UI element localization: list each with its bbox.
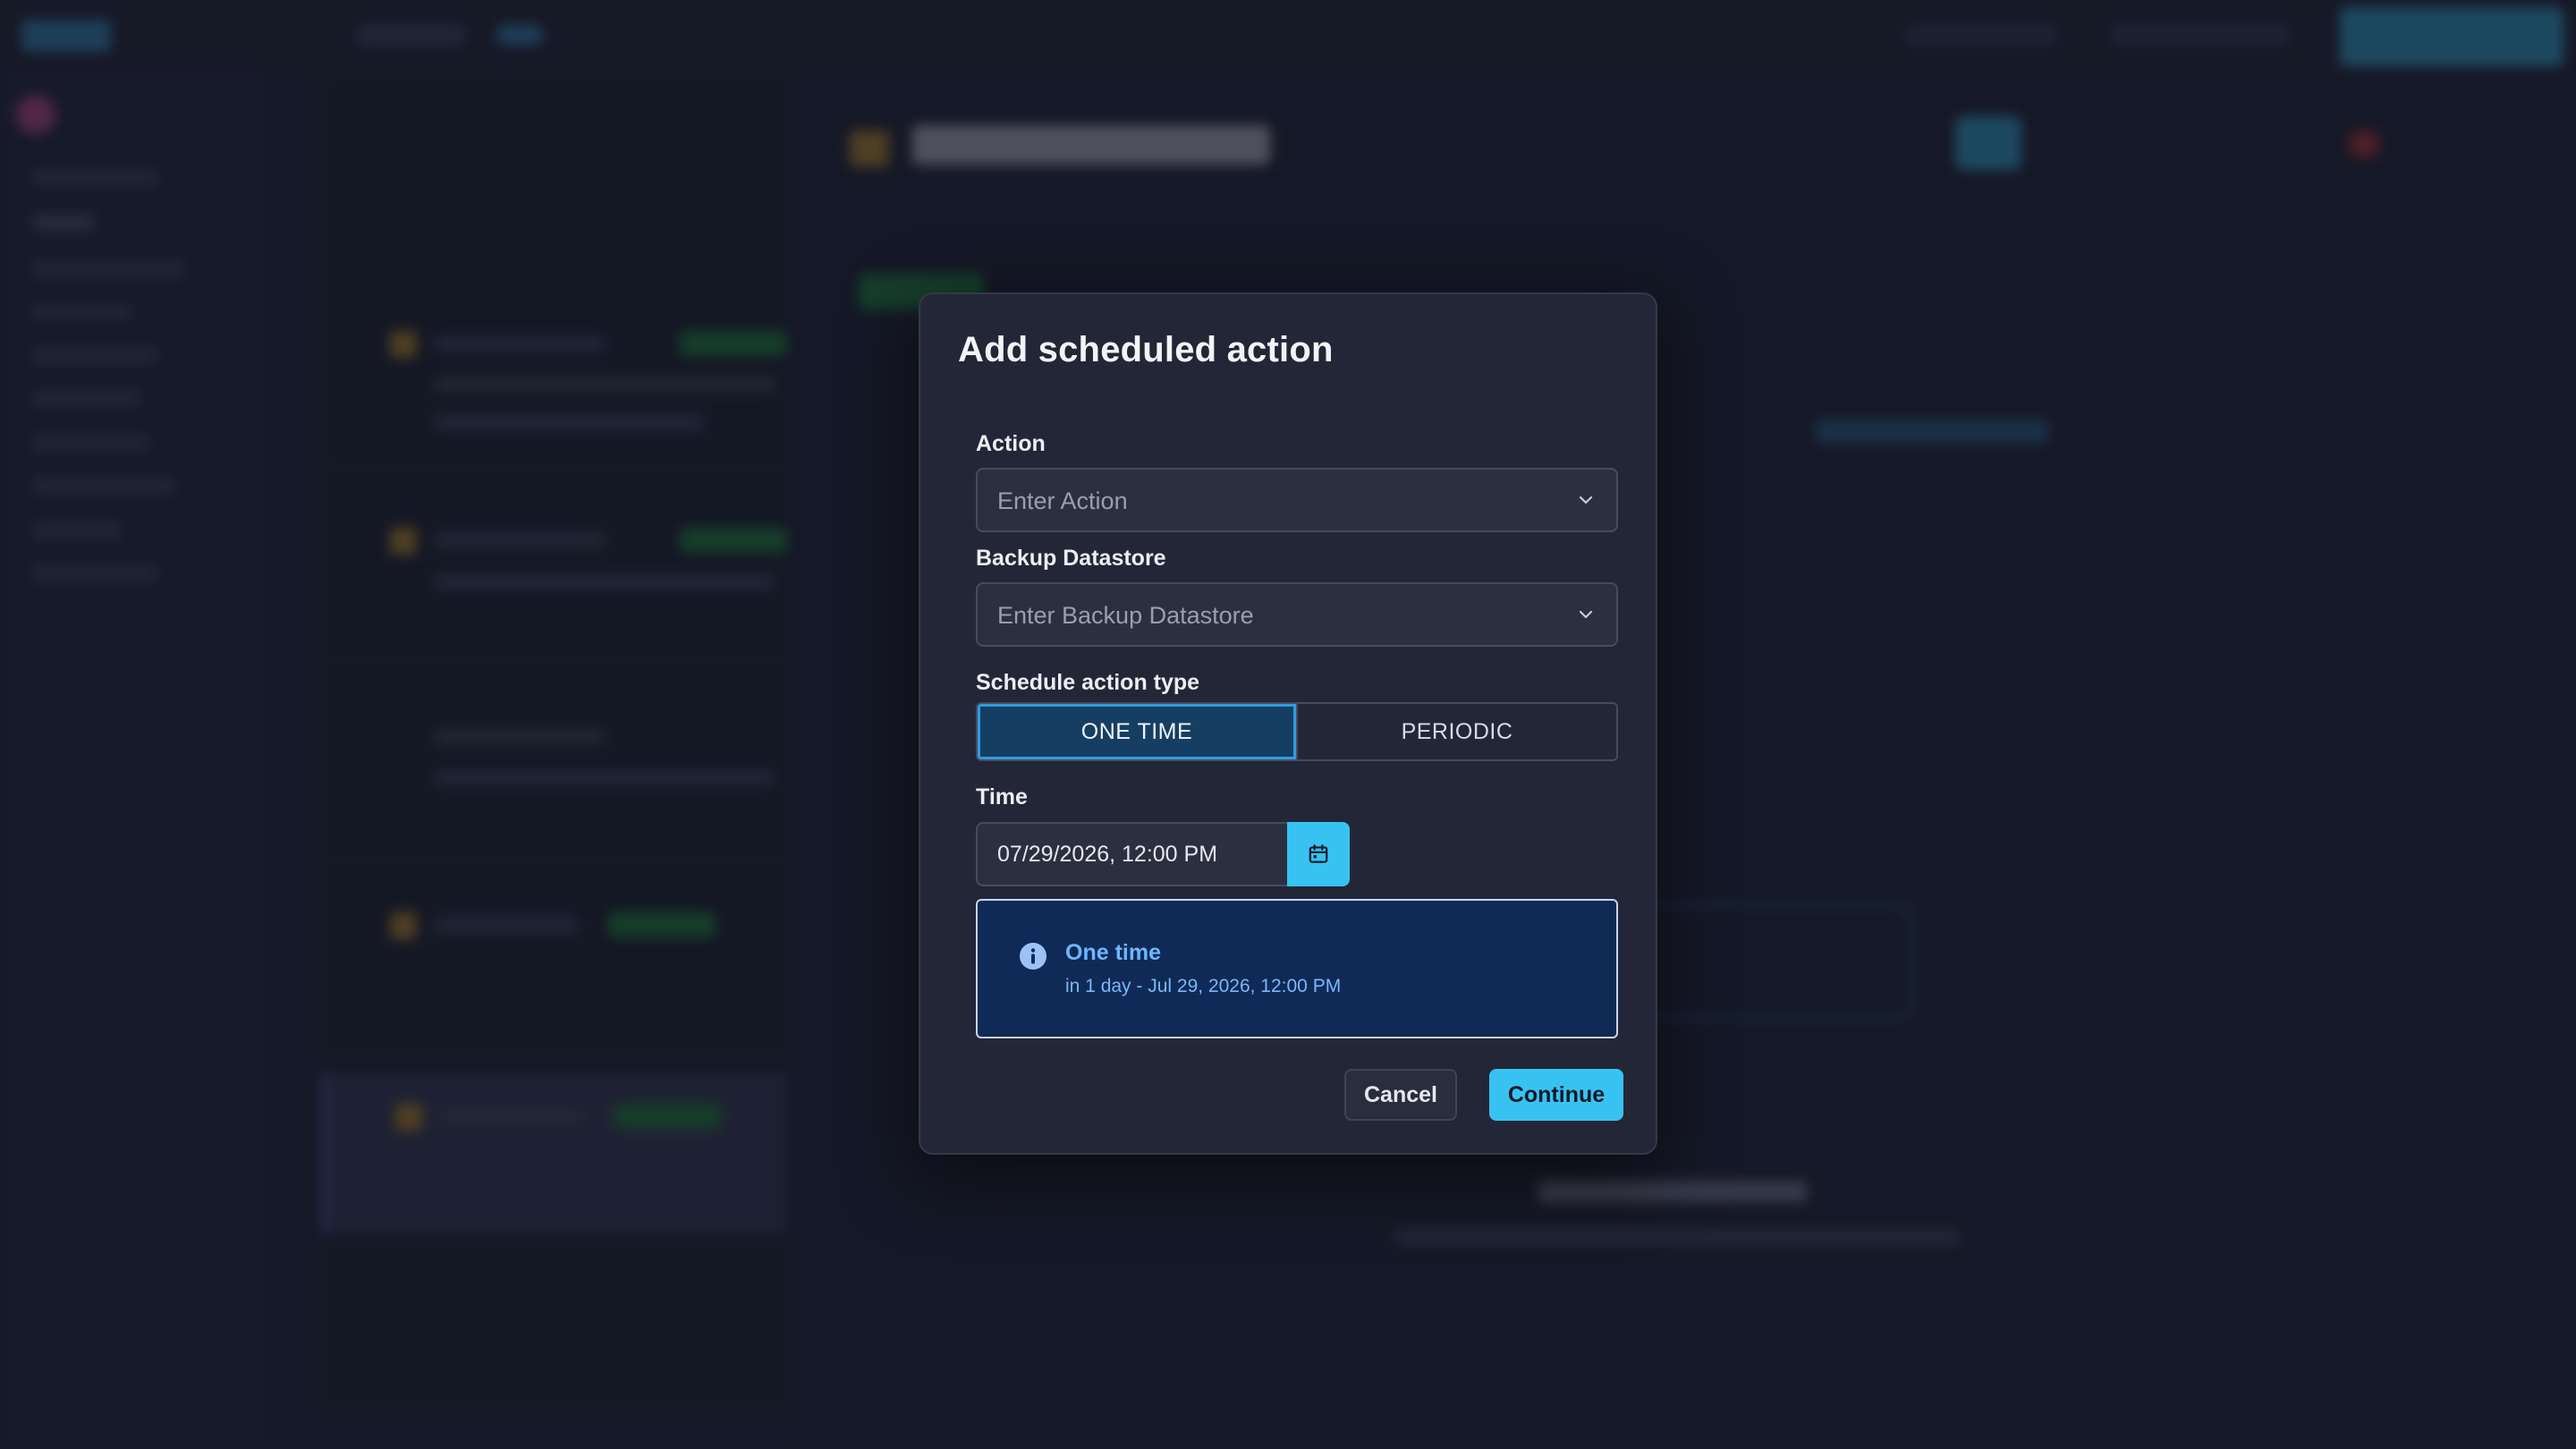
continue-button[interactable]: Continue (1489, 1069, 1623, 1121)
chevron-down-icon (1579, 610, 1593, 619)
backup-datastore-select[interactable]: Enter Backup Datastore (976, 582, 1618, 647)
action-placeholder: Enter Action (997, 487, 1128, 514)
periodic-option[interactable]: PERIODIC (1296, 704, 1616, 759)
time-input[interactable] (976, 822, 1289, 886)
info-title: One time (1065, 940, 1161, 965)
time-label: Time (976, 784, 1028, 809)
add-scheduled-action-dialog: Add scheduled action Action Enter Action… (919, 292, 1657, 1155)
backup-datastore-label: Backup Datastore (976, 546, 1166, 571)
action-label: Action (976, 431, 1046, 456)
chevron-down-icon (1579, 496, 1593, 504)
cancel-button[interactable]: Cancel (1344, 1069, 1457, 1121)
schedule-type-label: Schedule action type (976, 670, 1200, 695)
info-icon (1020, 943, 1046, 970)
info-subtitle: in 1 day - Jul 29, 2026, 12:00 PM (1065, 976, 1342, 996)
calendar-button[interactable] (1287, 822, 1350, 886)
one-time-option[interactable]: ONE TIME (978, 704, 1296, 759)
schedule-info-box: One time in 1 day - Jul 29, 2026, 12:00 … (976, 899, 1618, 1038)
action-select[interactable]: Enter Action (976, 468, 1618, 532)
schedule-type-toggle: ONE TIME PERIODIC (976, 702, 1618, 761)
backup-datastore-placeholder: Enter Backup Datastore (997, 602, 1254, 629)
calendar-icon (1309, 844, 1328, 863)
dialog-title: Add scheduled action (958, 330, 1334, 369)
